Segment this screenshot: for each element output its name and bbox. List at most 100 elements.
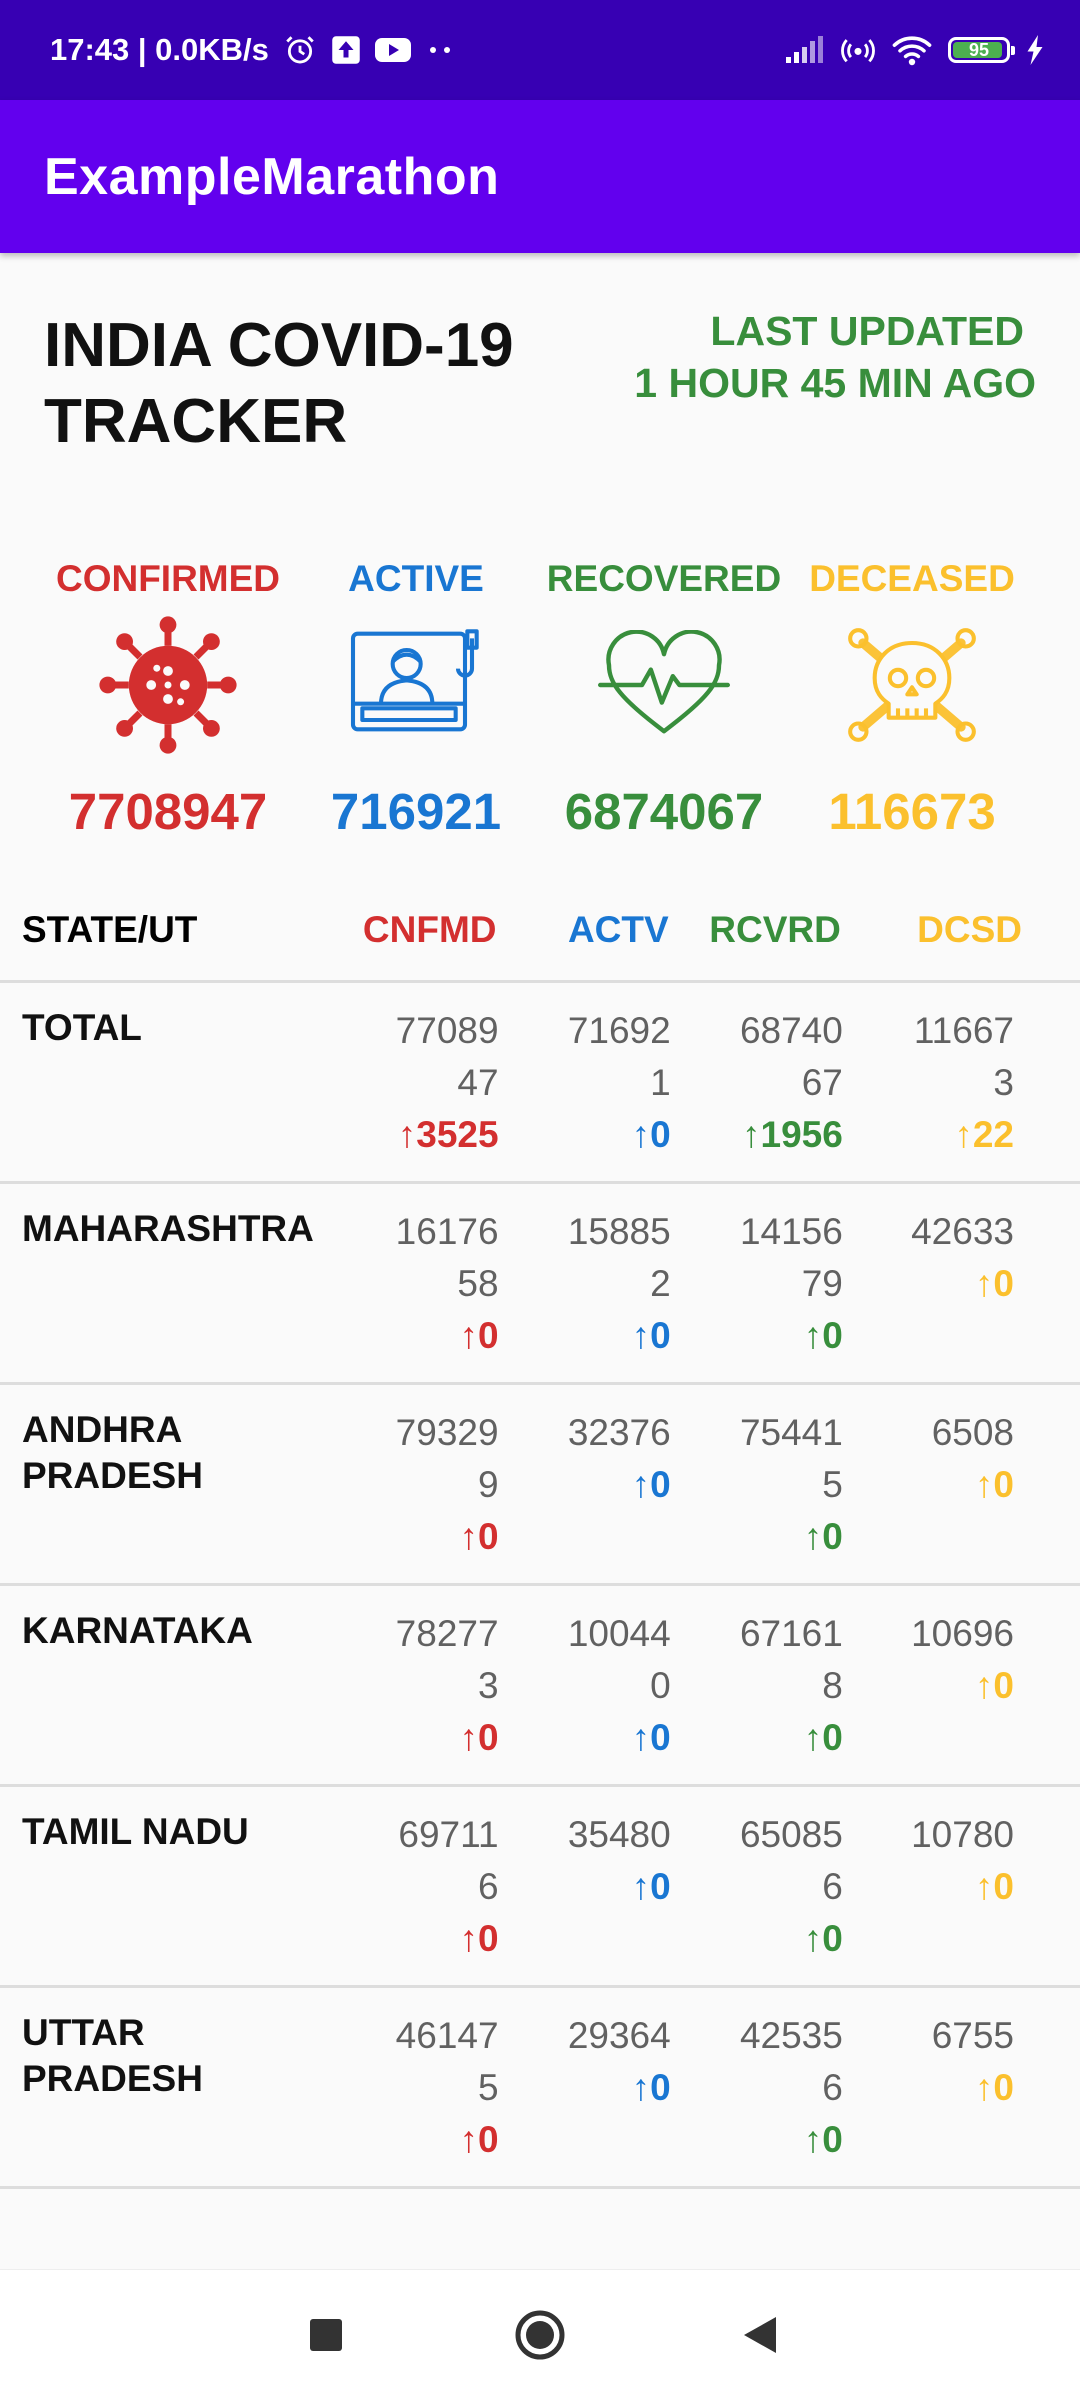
deceased-cell: 116673 ↑22: [855, 1005, 1080, 1181]
wifi-icon: [892, 34, 932, 66]
upload-icon: [331, 35, 361, 65]
header-recovered[interactable]: RCVRD: [683, 909, 855, 951]
deceased-delta: ↑0: [974, 1464, 1014, 1505]
active-count: 29364: [567, 2015, 671, 2056]
recovered-count: 650856: [739, 1814, 843, 1907]
active-count: 32376: [567, 1412, 671, 1453]
recovered-label: RECOVERED: [546, 558, 782, 599]
active-cell: 35480 ↑0: [511, 1809, 683, 1985]
alarm-icon: [283, 33, 317, 67]
home-button[interactable]: [510, 2305, 570, 2370]
deceased-count: 42633: [911, 1211, 1014, 1252]
recovered-delta: ↑1956: [742, 1114, 843, 1155]
battery-icon: 95: [948, 37, 1015, 63]
active-cell: 29364 ↑0: [511, 2010, 683, 2186]
state-name: TOTAL: [22, 1007, 142, 1048]
summary-deceased[interactable]: DECEASED 116673: [788, 548, 1036, 848]
table-row[interactable]: MAHARASHTRA 1617658 ↑0 158852 ↑0 1415679 ↑0 426…: [0, 1184, 1080, 1385]
confirmed-cell: 1617658 ↑0: [338, 1206, 510, 1382]
deceased-count: 116673: [913, 1010, 1014, 1103]
deceased-delta: ↑0: [974, 1866, 1014, 1907]
confirmed-cell: 461475 ↑0: [338, 2010, 510, 2186]
hotspot-icon: [840, 33, 876, 67]
state-name: ANDHRA PRADESH: [22, 1409, 203, 1496]
table-row[interactable]: ANDHRA PRADESH 793299 ↑0 32376 ↑0 754415 ↑0 650…: [0, 1385, 1080, 1586]
battery-level: 95: [968, 39, 990, 60]
more-dots-icon: [425, 45, 455, 55]
table-row[interactable]: TOTAL 7708947 ↑3525 716921 ↑0 6874067 ↑1956 116…: [0, 983, 1080, 1184]
summary-confirmed[interactable]: CONFIRMED 7708947: [44, 548, 292, 848]
deceased-cell: 10696 ↑0: [855, 1608, 1080, 1784]
active-cell: 158852 ↑0: [511, 1206, 683, 1382]
status-bar: 17:43 | 0.0KB/s 95: [0, 0, 1080, 100]
summary-recovered[interactable]: RECOVERED 6874067: [540, 548, 788, 848]
recovered-count: 671618: [739, 1613, 843, 1706]
header-confirmed[interactable]: CNFMD: [338, 909, 510, 951]
active-delta: ↑0: [631, 1717, 671, 1758]
table-row[interactable]: UTTAR PRADESH 461475 ↑0 29364 ↑0 425356 ↑0 6755…: [0, 1988, 1080, 2189]
summary-active[interactable]: ACTIVE 716921: [292, 548, 540, 848]
confirmed-delta: ↑0: [459, 1717, 499, 1758]
deceased-label: DECEASED: [809, 558, 1015, 599]
confirmed-label: CONFIRMED: [55, 558, 281, 599]
recovered-count: 754415: [739, 1412, 843, 1505]
deceased-delta: ↑0: [974, 1263, 1014, 1304]
deceased-delta: ↑22: [954, 1114, 1014, 1155]
confirmed-cell: 793299 ↑0: [338, 1407, 510, 1583]
signal-icon: [784, 35, 824, 65]
active-delta: ↑0: [631, 1464, 671, 1505]
active-delta: ↑0: [631, 1866, 671, 1907]
recovered-cell: 754415 ↑0: [683, 1407, 855, 1583]
confirmed-delta: ↑3525: [397, 1114, 499, 1155]
confirmed-count: 697116: [398, 1814, 499, 1907]
active-value: 716921: [330, 783, 502, 840]
recovered-delta: ↑0: [803, 2119, 843, 2160]
recovered-cell: 425356 ↑0: [683, 2010, 855, 2186]
system-nav-bar: [0, 2269, 1080, 2400]
last-updated-label: LAST UPDATED: [710, 308, 1024, 354]
table-row[interactable]: KARNATAKA 782773 ↑0 100440 ↑0 671618 ↑0 10696 ↑0: [0, 1586, 1080, 1787]
header-active[interactable]: ACTV: [511, 909, 683, 951]
confirmed-count: 7708947: [395, 1010, 499, 1103]
charging-icon: [1026, 35, 1044, 65]
recovered-delta: ↑0: [803, 1918, 843, 1959]
deceased-count: 6755: [931, 2015, 1014, 2056]
back-button[interactable]: [732, 2305, 792, 2370]
status-left: 17:43 | 0.0KB/s: [50, 0, 455, 100]
confirmed-count: 793299: [395, 1412, 499, 1505]
table-row[interactable]: TAMIL NADU 697116 ↑0 35480 ↑0 650856 ↑0 10780 ↑0: [0, 1787, 1080, 1988]
last-updated-time: 1 HOUR 45 MIN AGO: [634, 360, 1036, 406]
status-right: 95: [784, 0, 1044, 100]
recovered-delta: ↑0: [803, 1516, 843, 1557]
header-state[interactable]: STATE/UT: [0, 909, 338, 951]
confirmed-delta: ↑0: [459, 1315, 499, 1356]
state-name: MAHARASHTRA: [22, 1208, 314, 1249]
deceased-count: 6508: [931, 1412, 1014, 1453]
recovered-cell: 671618 ↑0: [683, 1608, 855, 1784]
last-updated: LAST UPDATED 1 HOUR 45 MIN AGO: [516, 305, 1036, 409]
app-title: ExampleMarathon: [44, 147, 500, 206]
recents-button[interactable]: [296, 2305, 356, 2370]
confirmed-cell: 7708947 ↑3525: [338, 1005, 510, 1181]
state-name: UTTAR PRADESH: [22, 2012, 203, 2099]
confirmed-count: 461475: [395, 2015, 499, 2108]
app-bar: ExampleMarathon: [0, 100, 1080, 253]
deceased-delta: ↑0: [974, 2067, 1014, 2108]
recovered-delta: ↑0: [803, 1315, 843, 1356]
deceased-cell: 6508 ↑0: [855, 1407, 1080, 1583]
table-header: STATE/UT CNFMD ACTV RCVRD DCSD: [0, 880, 1080, 983]
active-delta: ↑0: [631, 2067, 671, 2108]
recovered-value: 6874067: [564, 783, 764, 840]
recovered-count: 425356: [739, 2015, 843, 2108]
recovered-cell: 6874067 ↑1956: [683, 1005, 855, 1181]
active-cell: 32376 ↑0: [511, 1407, 683, 1583]
summary-cards: CONFIRMED 7708947 ACTIVE 716921 RECOVERE…: [0, 548, 1080, 848]
youtube-icon: [374, 36, 411, 64]
confirmed-delta: ↑0: [459, 2119, 499, 2160]
deceased-cell: 10780 ↑0: [855, 1809, 1080, 1985]
active-label: ACTIVE: [348, 558, 484, 599]
confirmed-count: 1617658: [395, 1211, 499, 1304]
state-name: TAMIL NADU: [22, 1811, 249, 1852]
header-deceased[interactable]: DCSD: [855, 909, 1080, 951]
states-table: STATE/UT CNFMD ACTV RCVRD DCSD TOTAL 7708…: [0, 880, 1080, 2189]
